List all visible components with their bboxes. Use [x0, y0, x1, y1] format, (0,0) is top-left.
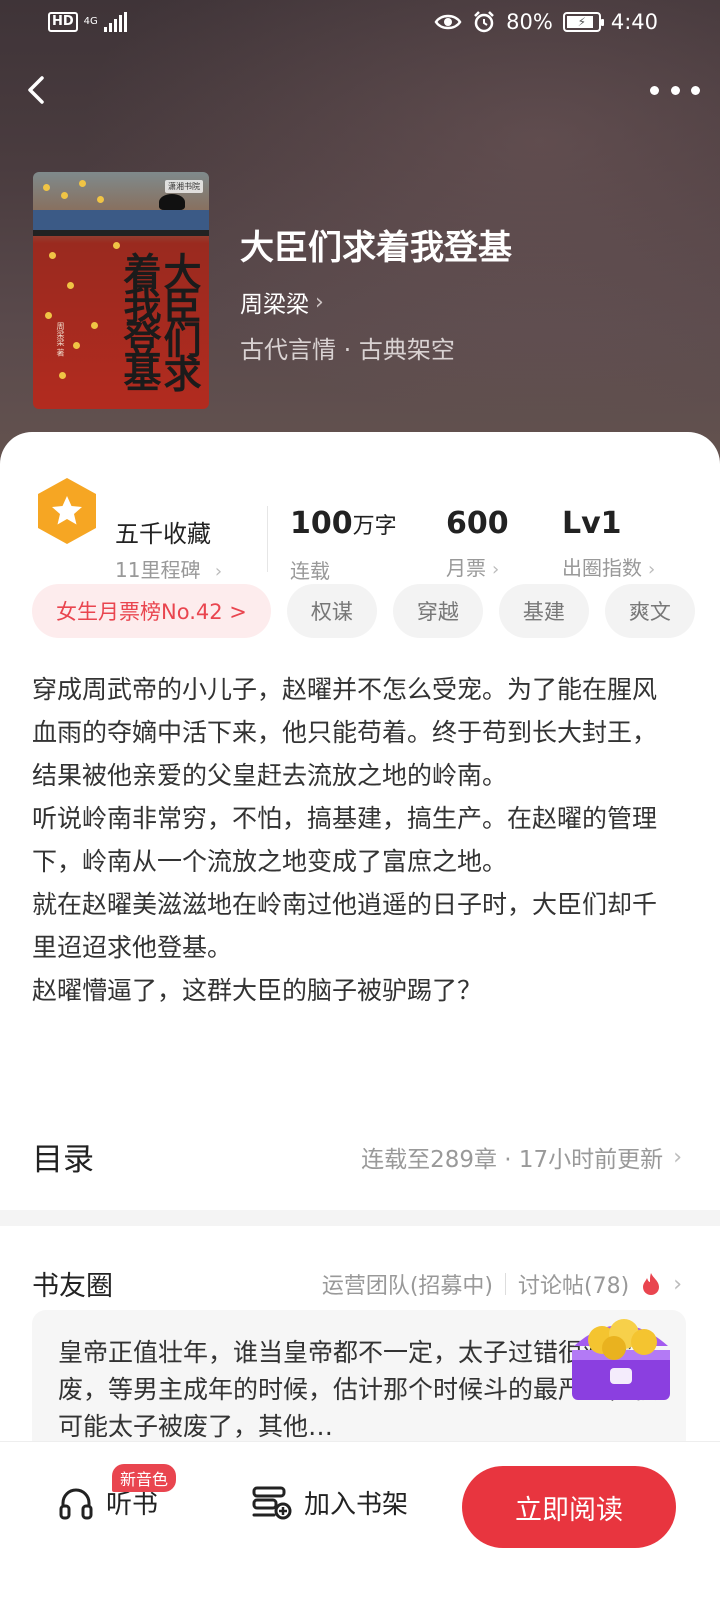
hd-indicator: HD	[48, 12, 78, 32]
word-count-stat: 100万字 连载	[290, 506, 397, 584]
monthly-tickets-label: 月票	[446, 556, 486, 580]
divider	[505, 1273, 507, 1295]
cat-silhouette	[159, 194, 185, 210]
book-synopsis[interactable]: 穿成周武帝的小儿子，赵曜并不怎么受宠。为了能在腥风血雨的夺嫡中活下来，他只能苟着…	[32, 668, 662, 1012]
synopsis-paragraph: 赵曜懵逼了，这群大臣的脑子被驴踢了？	[32, 976, 483, 1005]
chevron-right-icon: ›	[214, 561, 223, 582]
chevron-right-icon: ›	[648, 559, 656, 580]
catalog-update-info: 连载至289章 · 17小时前更新	[361, 1147, 664, 1173]
alarm-icon	[474, 11, 495, 33]
serial-status: 连载	[290, 559, 330, 583]
section-divider	[0, 1210, 720, 1226]
word-count-unit: 万字	[352, 514, 397, 539]
signal-icon	[103, 12, 127, 32]
book-title: 大臣们求着我登基	[240, 228, 512, 268]
star-badge-icon	[38, 478, 96, 544]
back-button[interactable]	[18, 70, 58, 110]
book-cover[interactable]: 潇湘书院 大臣们求着我登基 周梁梁 著	[33, 172, 209, 409]
chevron-left-icon	[28, 76, 44, 104]
tag-item[interactable]: 基建	[498, 584, 589, 638]
milestone-link[interactable]: 11里程碑 ›	[115, 554, 222, 583]
stats-row: 五千收藏 11里程碑 › 100万字 连载 600 月票 › Lv1 出圈指数 ›	[0, 470, 720, 583]
book-detail-card: 五千收藏 11里程碑 › 100万字 连载 600 月票 › Lv1 出圈指数 › …	[0, 432, 720, 1600]
clock: 4:40	[610, 10, 658, 34]
add-to-shelf-label: 加入书架	[304, 1490, 409, 1520]
ranking-tag[interactable]: 女生月票榜No.42 >	[32, 584, 271, 638]
treasure-chest-icon[interactable]	[566, 1310, 676, 1406]
favorites-count: 五千收藏	[115, 520, 211, 548]
read-now-label: 立即阅读	[515, 1494, 623, 1526]
add-to-shelf-button[interactable]: 加入书架	[252, 1484, 408, 1521]
cover-title-art: 大臣们求着我登基	[117, 252, 202, 388]
more-button[interactable]	[650, 74, 700, 106]
read-now-button[interactable]: 立即阅读	[462, 1466, 676, 1548]
ops-team-link[interactable]: 运营团队(招募中)	[322, 1268, 493, 1300]
tag-list: 女生月票榜No.42 > 权谋 穿越 基建 爽文	[32, 584, 695, 638]
chevron-right-icon: ›	[673, 1271, 682, 1297]
battery-percent: 80%	[506, 10, 553, 34]
book-circle-title: 书友圈	[32, 1271, 113, 1302]
publisher-logo: 潇湘书院	[165, 180, 203, 193]
author-link[interactable]: 周梁梁 ›	[240, 285, 324, 319]
fire-icon	[643, 1273, 660, 1295]
synopsis-paragraph: 穿成周武帝的小儿子，赵曜并不怎么受宠。为了能在腥风血雨的夺嫡中活下来，他只能苟着…	[32, 675, 658, 790]
network-type: 4G	[83, 16, 98, 27]
threads-link[interactable]: 讨论帖(78)	[518, 1268, 629, 1300]
chevron-right-icon: ›	[315, 289, 324, 315]
top-nav	[0, 60, 720, 120]
book-genre: 古代言情 · 古典架空	[240, 336, 455, 364]
popularity-index-stat[interactable]: Lv1 出圈指数 ›	[562, 506, 655, 581]
synopsis-paragraph: 听说岭南非常穷，不怕，搞基建，搞生产。在赵曜的管理下，岭南从一个流放之地变成了富…	[32, 804, 658, 876]
synopsis-paragraph: 就在赵曜美滋滋地在岭南过他逍遥的日子时，大臣们却千里迢迢求他登基。	[32, 890, 658, 962]
bottom-action-bar: 听书 新音色 加入书架 立即阅读	[0, 1441, 720, 1600]
popularity-label: 出圈指数	[562, 556, 642, 580]
monthly-tickets-stat[interactable]: 600 月票 ›	[446, 506, 509, 581]
tag-item[interactable]: 权谋	[286, 584, 377, 638]
catalog-row[interactable]: 目录 连载至289章 · 17小时前更新 ›	[32, 1130, 682, 1180]
milestone-label: 11里程碑	[115, 558, 201, 582]
more-dots-icon	[650, 85, 659, 95]
new-voice-badge: 新音色	[112, 1464, 177, 1492]
popularity-level: Lv1	[562, 506, 622, 541]
word-count-value: 100	[290, 506, 353, 541]
chevron-right-icon: ›	[492, 559, 500, 580]
book-circle-header: 书友圈 运营团队(招募中) 讨论帖(78) ›	[32, 1264, 682, 1304]
headphones-icon	[59, 1488, 93, 1519]
eye-icon	[434, 14, 462, 30]
tag-item[interactable]: 爽文	[604, 584, 695, 638]
status-bar: HD 4G 80% ⚡ 4:40	[0, 0, 720, 50]
catalog-title: 目录	[32, 1142, 94, 1178]
monthly-tickets-value: 600	[446, 506, 509, 541]
tag-item[interactable]: 穿越	[392, 584, 483, 638]
add-to-shelf-icon	[252, 1486, 292, 1519]
chevron-right-icon: ›	[673, 1144, 682, 1170]
cover-author: 周梁梁 著	[56, 322, 65, 357]
battery-icon: ⚡	[562, 12, 604, 32]
divider	[267, 506, 268, 572]
author-name: 周梁梁	[240, 292, 309, 318]
